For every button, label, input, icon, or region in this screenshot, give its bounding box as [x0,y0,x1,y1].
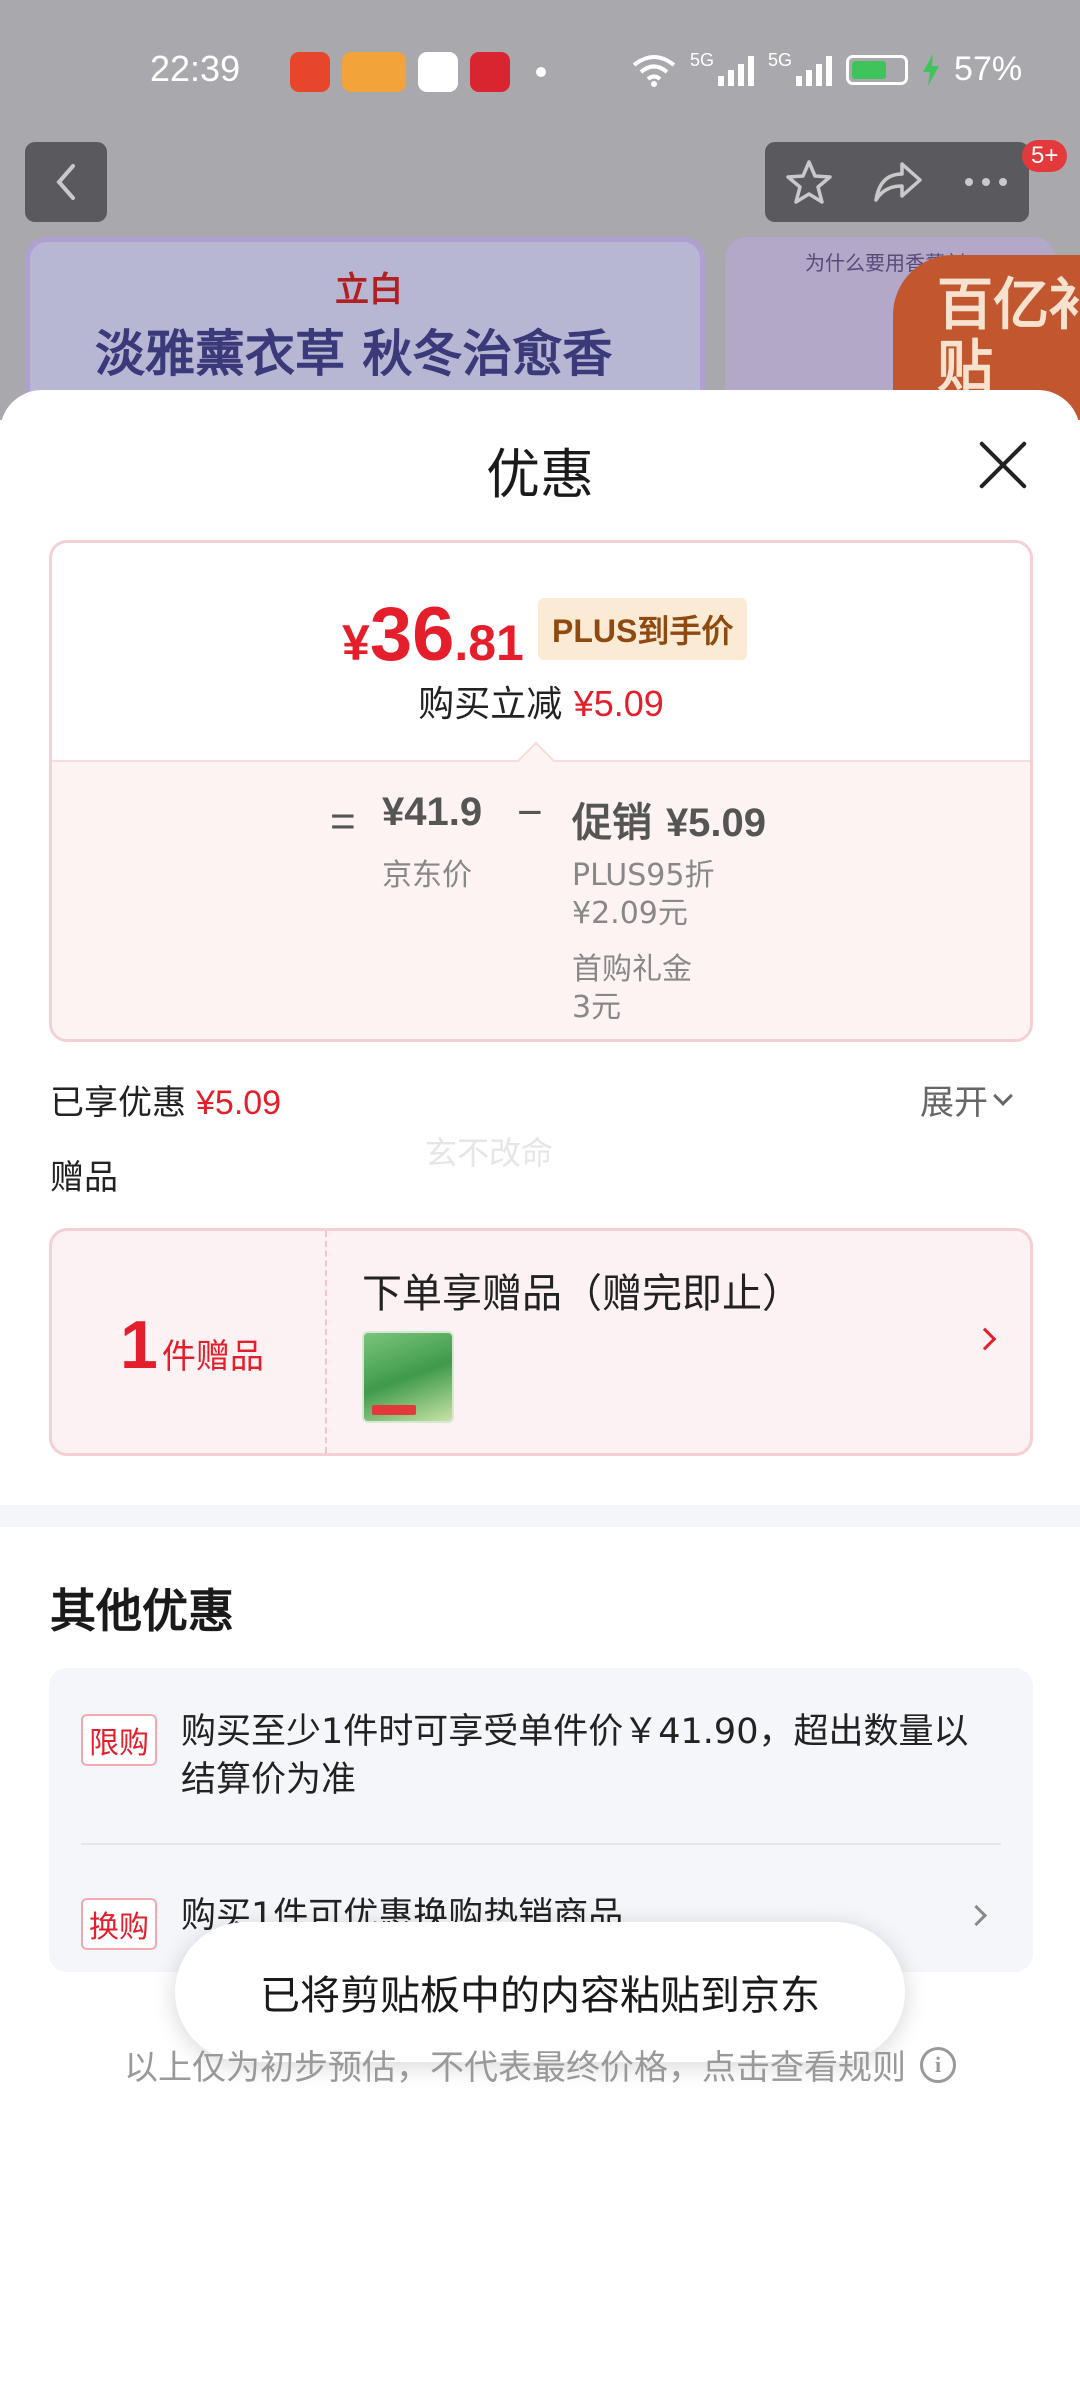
gift-count: 1 件赠品 [120,1306,264,1384]
wifi-icon [632,54,676,87]
top-actions [765,142,1029,222]
network-type-1: 5G [690,50,715,70]
enjoyed-label: 已享优惠 [50,1083,186,1123]
price-integer: 36 [369,592,455,677]
footnote-text: 以上仅为初步预估，不代表最终价格，点击查看规则 [124,2048,906,2088]
banner-brand: 立白 [335,270,403,310]
promo-value: ¥5.09 [665,801,767,845]
enjoyed-value: ¥5.09 [196,1084,282,1122]
exchange-tag: 换购 [81,1898,157,1950]
background-page: 22:39 5G 5G 57% 5+ 立白 淡雅薰衣草 秋冬治愈香 为什么要用香… [0,0,1080,420]
price-top: ¥ 36 .81 PLUS到手价 购买立减 ¥5.09 [52,543,1030,760]
enjoyed-discount: 已享优惠 ¥5.09 [50,1075,281,1124]
limit-text: 购买至少1件时可享受单件价￥41.90，超出数量以结算价为准 [181,1712,969,1800]
info-icon[interactable]: i [920,2046,956,2083]
limit-tag: 限购 [81,1714,157,1766]
network-type-2: 5G [768,50,793,70]
list-divider [81,1843,1001,1845]
instant-discount-label: 购买立减 [418,684,563,725]
instant-discount-value: ¥5.09 [573,683,664,724]
promo-total: 促销 ¥5.09 [572,790,766,848]
battery-icon [846,54,909,85]
instant-discount: 购买立减 ¥5.09 [52,675,1030,727]
jd-price-value: ¥41.9 [382,790,483,834]
app-notification-icon [418,52,458,92]
more-notifications-icon [536,67,546,77]
price-currency: ¥ [342,615,370,671]
chevron-right-icon[interactable] [973,1327,997,1351]
status-notification-icons [290,52,546,92]
chevron-down-icon [993,1085,1013,1106]
other-discounts-title: 其他优惠 [50,1584,234,1638]
price-breakdown: = ¥41.9 京东价 − 促销 ¥5.09 PLUS95折 ¥2.09元 首购… [52,760,1030,1039]
status-indicators: 5G 5G 57% [632,50,1022,89]
app-notification-icon [470,52,510,92]
more-icon[interactable] [963,176,1009,188]
final-price: ¥ 36 .81 [342,591,524,678]
back-arrow-icon [56,164,75,200]
price-decimal: .81 [454,615,524,671]
promo-label: 促销 [572,800,652,846]
gift-count-number: 1 [120,1307,158,1383]
share-icon[interactable] [872,160,924,204]
app-notification-icon [342,52,406,92]
footnote[interactable]: 以上仅为初步预估，不代表最终价格，点击查看规则 i [0,2040,1080,2089]
banner-title: 淡雅薰衣草 秋冬治愈香 [95,325,613,383]
price-card: ¥ 36 .81 PLUS到手价 购买立减 ¥5.09 = ¥41.9 京东价 … [49,540,1033,1042]
promo-detail-plus-value: ¥2.09元 [572,896,688,931]
gift-section-label: 赠品 [50,1158,118,1198]
minus-sign: − [517,788,543,837]
status-time: 22:39 [150,48,241,89]
status-bar: 22:39 5G 5G 57% [0,0,1080,140]
discount-sheet: 优惠 ¥ 36 .81 PLUS到手价 购买立减 ¥5.09 = ¥41.9 京… [0,390,1080,2400]
gift-thumbnail[interactable] [362,1331,454,1423]
section-separator [0,1505,1080,1527]
signal-icon [796,54,833,86]
signal-icon [718,54,755,86]
close-icon[interactable] [975,437,1031,493]
equals-sign: = [330,797,356,846]
charging-icon [923,53,940,86]
back-button[interactable] [25,142,107,222]
gift-divider [325,1231,327,1453]
app-notification-icon [290,52,330,92]
battery-percent: 57% [954,50,1023,88]
notification-badge: 5+ [1022,140,1068,172]
star-icon[interactable] [785,158,833,206]
gift-card[interactable]: 1 件赠品 下单享赠品（赠完即止） [49,1228,1033,1456]
gift-count-label: 件赠品 [161,1337,264,1377]
watermark: 玄不改命 [425,1134,554,1172]
jd-price-label: 京东价 [382,858,472,893]
expand-button[interactable]: 展开 [920,1075,1013,1124]
sheet-title: 优惠 [486,443,594,506]
gift-headline: 下单享赠品（赠完即止） [362,1271,802,1317]
expand-label: 展开 [920,1083,988,1123]
plus-price-tag: PLUS到手价 [538,598,748,660]
promo-detail-gift-value: 3元 [572,990,622,1025]
